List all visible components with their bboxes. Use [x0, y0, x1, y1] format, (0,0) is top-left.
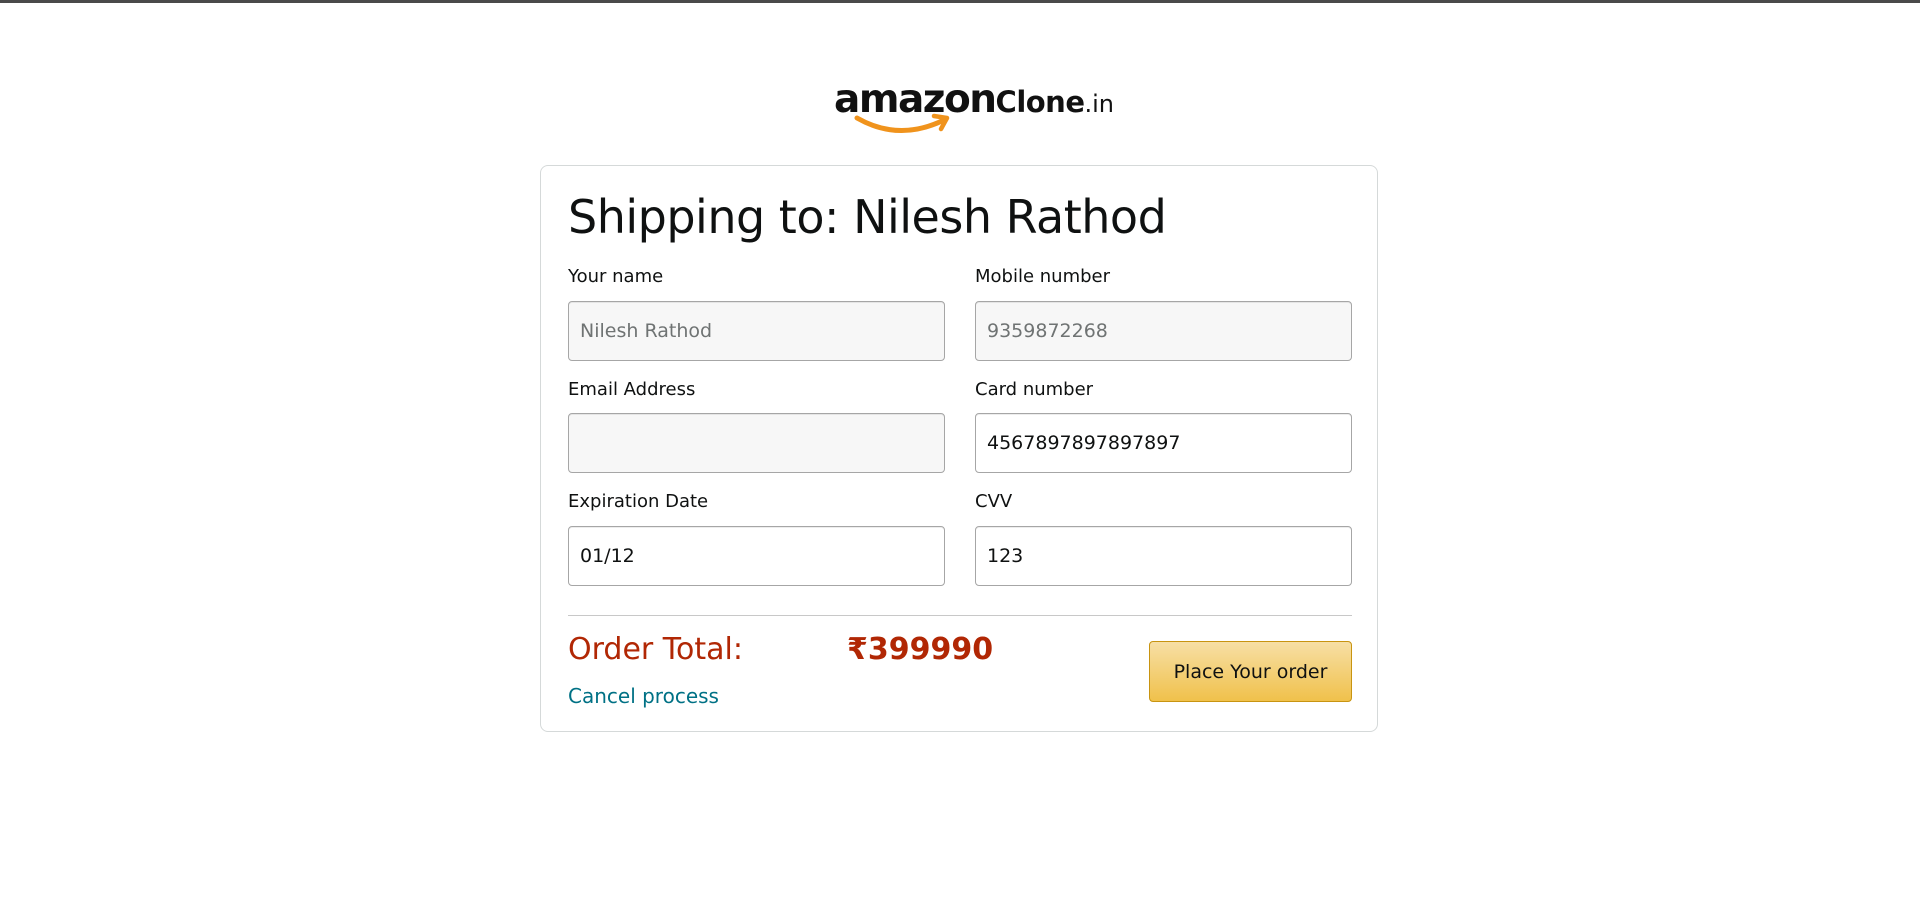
- checkout-card: Shipping to: Nilesh Rathod Your name Mob…: [540, 165, 1378, 732]
- name-field[interactable]: [568, 301, 945, 361]
- email-field[interactable]: [568, 413, 945, 473]
- site-logo[interactable]: amazonClone.in: [834, 80, 1114, 140]
- order-total-label: Order Total:: [568, 632, 743, 667]
- expiration-date-label: Expiration Date: [568, 491, 709, 512]
- cvv-label: CVV: [975, 491, 1013, 512]
- mobile-label: Mobile number: [975, 266, 1111, 287]
- order-total-value: ₹399990: [847, 632, 994, 667]
- window-top-border: [0, 0, 1920, 3]
- expiration-date-field[interactable]: [568, 526, 945, 586]
- cancel-process-link[interactable]: Cancel process: [568, 684, 719, 708]
- place-order-button[interactable]: Place Your order: [1149, 641, 1352, 702]
- card-number-label: Card number: [975, 379, 1094, 400]
- page-title: Shipping to: Nilesh Rathod: [568, 190, 1167, 244]
- divider: [568, 615, 1352, 616]
- cvv-field[interactable]: [975, 526, 1352, 586]
- amazon-smile-arrow-icon: [854, 113, 950, 133]
- email-label: Email Address: [568, 379, 696, 400]
- name-label: Your name: [568, 266, 664, 287]
- card-number-field[interactable]: [975, 413, 1352, 473]
- mobile-field[interactable]: [975, 301, 1352, 361]
- logo-suffix: Clone: [995, 85, 1085, 119]
- logo-tld: .in: [1084, 90, 1115, 118]
